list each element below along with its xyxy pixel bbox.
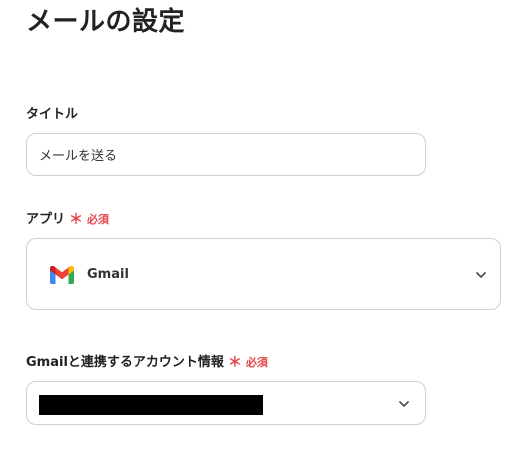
redacted-account-value	[39, 395, 263, 415]
required-label: 必須	[87, 213, 110, 226]
gmail-icon	[50, 266, 74, 284]
page-title: メールの設定	[26, 7, 186, 37]
title-input[interactable]	[26, 133, 426, 176]
app-field-label: アプリ ＊ 必須	[26, 211, 109, 229]
app-select[interactable]: Gmail	[26, 238, 501, 310]
selected-app-name: Gmail	[87, 267, 129, 282]
app-label-text: アプリ	[26, 212, 66, 227]
required-asterisk: ＊	[69, 212, 84, 228]
title-label-text: タイトル	[26, 107, 79, 122]
chevron-down-icon	[476, 272, 486, 278]
account-select[interactable]	[26, 381, 426, 425]
chevron-down-icon	[399, 401, 409, 407]
account-field-label: Gmailと連携するアカウント情報 ＊ 必須	[26, 354, 268, 372]
title-field-label: タイトル	[26, 106, 78, 124]
required-asterisk: ＊	[227, 355, 242, 371]
required-label: 必須	[245, 356, 268, 369]
account-label-text: Gmailと連携するアカウント情報	[26, 355, 224, 370]
